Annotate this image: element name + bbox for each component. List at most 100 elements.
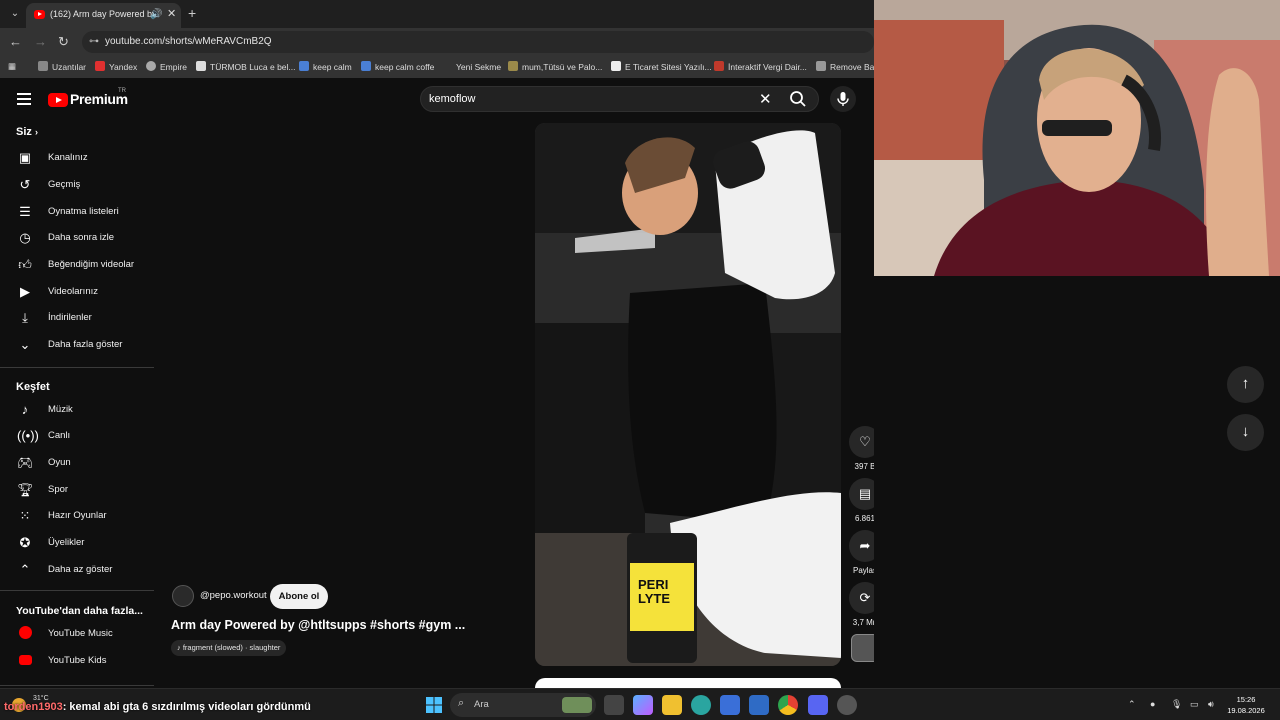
sidebar-item-youtube-music[interactable]: YouTube Music bbox=[0, 621, 154, 647]
discord-icon[interactable] bbox=[808, 695, 828, 715]
subscribe-button[interactable]: Abone ol bbox=[270, 584, 328, 609]
section-title-you[interactable]: Siz › bbox=[16, 126, 38, 138]
bookmarks-bar: ▦ Uzantılar Yandex Empire TÜRMOB Luca e … bbox=[0, 56, 874, 78]
sidebar-item-watch-later[interactable]: ◷ Daha sonra izle bbox=[0, 225, 154, 251]
star-badge-icon: ✪ bbox=[19, 535, 31, 550]
address-bar[interactable]: ⊶ youtube.com/shorts/wMeRAVCmB2Q bbox=[82, 31, 874, 53]
voice-search-button[interactable] bbox=[830, 86, 856, 112]
reload-icon[interactable]: ↻ bbox=[58, 34, 69, 50]
file-explorer-icon[interactable] bbox=[662, 695, 682, 715]
tray-overflow-icon[interactable]: ⌃ bbox=[1128, 699, 1136, 710]
music-note-icon: ♪ bbox=[21, 402, 29, 417]
browser-tab[interactable]: (162) Arm day Powered by 🔊 ✕ bbox=[26, 3, 181, 28]
task-view-icon[interactable] bbox=[604, 695, 624, 715]
next-short-button[interactable]: ↓ bbox=[1227, 414, 1264, 451]
back-icon[interactable]: ← bbox=[9, 34, 22, 49]
comments-button[interactable]: ▤ bbox=[849, 478, 874, 510]
like-button[interactable]: ♡ bbox=[849, 426, 874, 458]
sidebar-item-music[interactable]: ♪ Müzik bbox=[0, 397, 154, 423]
sidebar-item-your-videos[interactable]: ▶ Videolarınız bbox=[0, 279, 154, 305]
arrow-up-icon: ↑ bbox=[1241, 375, 1250, 392]
edge-icon[interactable] bbox=[691, 695, 711, 715]
sidebar-item-youtube-kids[interactable]: YouTube Kids bbox=[0, 648, 154, 674]
store-icon[interactable] bbox=[720, 695, 740, 715]
download-icon: ⤓ bbox=[22, 310, 28, 325]
sidebar-item-history[interactable]: ↺ Geçmiş bbox=[0, 172, 154, 198]
sidebar-item-sports[interactable]: 🏆︎ Spor bbox=[0, 477, 154, 503]
clear-search-icon[interactable]: ✕ bbox=[759, 90, 772, 108]
system-clock[interactable]: 15:26 19.08.2026 bbox=[1222, 694, 1270, 716]
taskbar-search[interactable]: ⌕ Ara bbox=[450, 693, 596, 717]
sidebar-item-show-more[interactable]: ⌄ Daha fazla göster bbox=[0, 332, 154, 358]
bookmark-yandex[interactable]: Yandex bbox=[95, 61, 137, 72]
chevron-down-icon: ⌄ bbox=[19, 337, 31, 352]
youtube-kids-icon bbox=[17, 653, 33, 669]
menu-icon[interactable] bbox=[17, 93, 31, 105]
sidebar-item-downloads[interactable]: ⤓ İndirilenler bbox=[0, 305, 154, 331]
copilot-icon[interactable] bbox=[633, 695, 653, 715]
forward-icon[interactable]: → bbox=[34, 34, 47, 49]
bookmark-empire[interactable]: Empire bbox=[146, 61, 187, 72]
bookmark-turmob[interactable]: TÜRMOB Luca e bel... bbox=[196, 61, 296, 72]
live-icon: ((•)) bbox=[17, 428, 39, 443]
sidebar-item-memberships[interactable]: ✪ Üyelikler bbox=[0, 530, 154, 556]
channel-avatar[interactable] bbox=[172, 585, 194, 607]
sidebar-item-show-less[interactable]: ⌃ Daha az göster bbox=[0, 557, 154, 583]
apps-icon[interactable]: ▦ bbox=[8, 61, 16, 72]
video-icon: ▶ bbox=[20, 284, 30, 299]
sidebar-item-playlists[interactable]: ☰ Oynatma listeleri bbox=[0, 199, 154, 225]
remix-count: 3,7 Mn bbox=[852, 618, 874, 627]
share-button[interactable]: ➦ bbox=[849, 530, 874, 562]
short-title[interactable]: Arm day Powered by @htltsupps #shorts #g… bbox=[171, 618, 465, 632]
search-icon[interactable] bbox=[789, 90, 807, 108]
chrome-icon[interactable] bbox=[778, 695, 798, 715]
next-short-preview[interactable] bbox=[535, 678, 841, 688]
microphone-tray-icon[interactable]: 🎙︎ bbox=[1171, 699, 1182, 710]
trophy-icon: 🏆︎ bbox=[17, 482, 34, 497]
sidebar-item-live[interactable]: ((•)) Canlı bbox=[0, 423, 154, 449]
volume-icon[interactable]: 🔊︎ bbox=[1208, 699, 1214, 710]
bookmark-new-tab[interactable]: Yeni Sekme bbox=[442, 61, 501, 72]
youtube-play-icon bbox=[48, 93, 68, 107]
tray-app-icon[interactable]: ● bbox=[1150, 699, 1155, 709]
sidebar-item-liked-videos[interactable]: 👍︎ Beğendiğim videolar bbox=[0, 252, 154, 278]
product-label: PERI LYTE bbox=[638, 577, 671, 606]
bookmark-mum[interactable]: mum,Tütsü ve Palo... bbox=[508, 61, 602, 72]
previous-short-button[interactable]: ↑ bbox=[1227, 366, 1264, 403]
search-box: ✕ bbox=[420, 86, 819, 112]
search-input[interactable] bbox=[429, 91, 749, 107]
sidebar-item-playables[interactable]: ⁙ Hazır Oyunlar bbox=[0, 503, 154, 529]
thumbs-up-icon: 👍︎ bbox=[18, 257, 32, 272]
comment-icon: ▤ bbox=[858, 486, 872, 501]
chat-message: : kemal abi gta 6 sızdırılmış videoları … bbox=[62, 701, 311, 713]
bookmark-vergi[interactable]: İnteraktif Vergi Dair... bbox=[714, 61, 807, 72]
music-chip[interactable]: ♪ fragment (slowed) · slaughter bbox=[171, 640, 287, 656]
site-info-icon[interactable]: ⊶ bbox=[89, 36, 99, 47]
youtube-music-icon bbox=[17, 626, 33, 642]
sound-thumbnail[interactable] bbox=[851, 634, 874, 662]
windows-start-icon[interactable] bbox=[424, 695, 444, 715]
network-icon[interactable]: ▭ bbox=[1190, 699, 1199, 710]
clock-icon: ◷ bbox=[19, 230, 31, 245]
tab-search-icon[interactable]: ⌄ bbox=[6, 5, 24, 23]
bookmark-remove-bg[interactable]: Remove Bac bbox=[816, 61, 874, 72]
playlist-icon: ☰ bbox=[19, 204, 31, 219]
like-count: 397 B bbox=[854, 462, 874, 471]
steam-icon[interactable] bbox=[837, 695, 857, 715]
speaker-icon[interactable]: 🔊 bbox=[150, 3, 162, 26]
bookmark-keep-calm[interactable]: keep calm bbox=[299, 61, 352, 72]
remix-button[interactable]: ⟳ bbox=[849, 582, 874, 614]
chat-username: torden1903 bbox=[4, 701, 63, 713]
new-tab-icon[interactable]: + bbox=[188, 5, 196, 21]
bookmark-eticaret[interactable]: E Ticaret Sitesi Yazılı... bbox=[611, 61, 712, 72]
short-video-player[interactable]: PERI LYTE bbox=[535, 123, 841, 666]
sidebar-item-gaming[interactable]: 🎮︎ Oyun bbox=[0, 450, 154, 476]
bookmark-extensions[interactable]: Uzantılar bbox=[38, 61, 86, 72]
sidebar-item-your-channel[interactable]: ▣ Kanalınız bbox=[0, 145, 154, 171]
microphone-icon bbox=[837, 92, 849, 106]
tab-close-icon[interactable]: ✕ bbox=[167, 3, 176, 26]
tab-strip: ⌄ (162) Arm day Powered by 🔊 ✕ + bbox=[0, 0, 874, 28]
mail-icon[interactable] bbox=[749, 695, 769, 715]
bookmark-keep-calm-coffe[interactable]: keep calm coffe bbox=[361, 61, 434, 72]
channel-name[interactable]: @pepo.workout bbox=[200, 590, 267, 601]
